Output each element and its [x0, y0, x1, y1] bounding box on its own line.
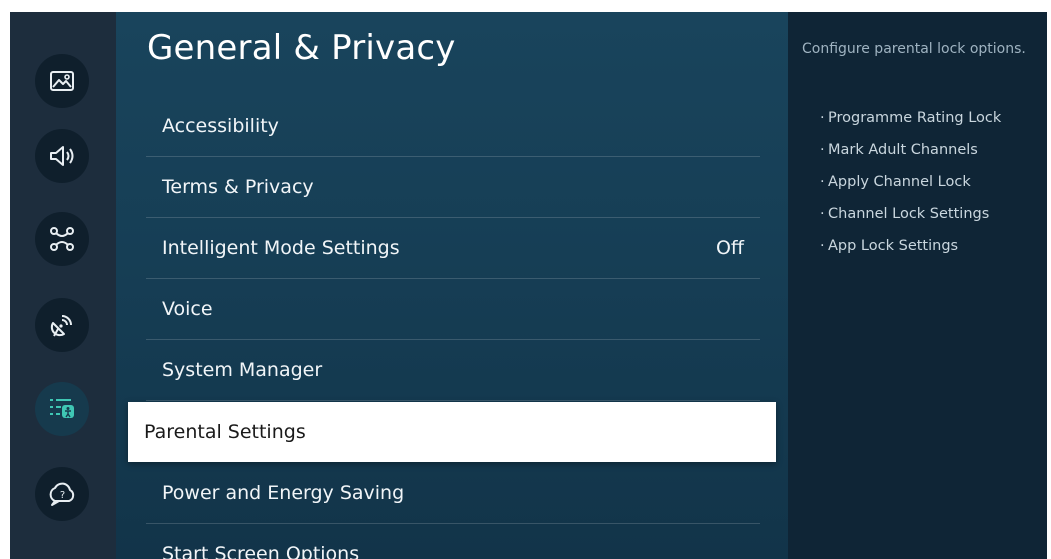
help-list-item: Channel Lock Settings [788, 198, 1001, 230]
rail-connection-button[interactable] [35, 212, 89, 266]
help-feature-list: Programme Rating Lock Mark Adult Channel… [788, 102, 1001, 262]
menu-item-label: System Manager [162, 359, 323, 381]
menu-item-label: Accessibility [162, 115, 279, 137]
menu-item-label: Voice [162, 298, 213, 320]
help-description: Configure parental lock options. [802, 41, 1026, 57]
help-panel: Configure parental lock options. Program… [788, 12, 1047, 559]
menu-item-terms-privacy[interactable]: Terms & Privacy [146, 157, 760, 218]
menu-item-label: Power and Energy Saving [162, 482, 405, 504]
menu-item-system-manager[interactable]: System Manager [146, 340, 760, 401]
menu-item-intelligent-mode[interactable]: Intelligent Mode Settings Off [146, 218, 760, 279]
page-title: General & Privacy [147, 28, 456, 68]
support-icon: ? [49, 482, 75, 506]
menu-item-parental-settings[interactable]: Parental Settings [128, 402, 776, 462]
picture-icon [50, 71, 74, 91]
broadcasting-icon [50, 315, 72, 337]
svg-text:?: ? [60, 490, 65, 501]
intelligent-mode-value: Off [715, 237, 744, 259]
menu-item-label: Intelligent Mode Settings [162, 237, 400, 259]
connection-icon [50, 227, 74, 251]
menu-item-label: Start Screen Options [162, 543, 360, 559]
rail-sound-button[interactable] [35, 129, 89, 183]
sound-icon [50, 146, 74, 166]
tv-settings-screen: ? General & Privacy Accessibility Terms … [10, 12, 1047, 559]
general-privacy-icon [50, 399, 74, 418]
help-list-item: Apply Channel Lock [788, 166, 1001, 198]
menu-item-label: Parental Settings [144, 421, 306, 443]
help-list-item: App Lock Settings [788, 230, 1001, 262]
rail-broadcasting-button[interactable] [35, 298, 89, 352]
help-list-item: Mark Adult Channels [788, 134, 1001, 166]
rail-general-privacy-button[interactable] [35, 382, 89, 436]
menu-item-accessibility[interactable]: Accessibility [146, 96, 760, 157]
menu-item-start-screen[interactable]: Start Screen Options [146, 524, 760, 559]
rail-support-button[interactable]: ? [35, 467, 89, 521]
menu-item-power-energy[interactable]: Power and Energy Saving [146, 463, 760, 524]
help-list-item: Programme Rating Lock [788, 102, 1001, 134]
settings-main-panel: General & Privacy Accessibility Terms & … [116, 12, 788, 559]
menu-item-voice[interactable]: Voice [146, 279, 760, 340]
settings-category-rail: ? [10, 12, 116, 559]
menu-item-label: Terms & Privacy [162, 176, 314, 198]
rail-picture-button[interactable] [35, 54, 89, 108]
